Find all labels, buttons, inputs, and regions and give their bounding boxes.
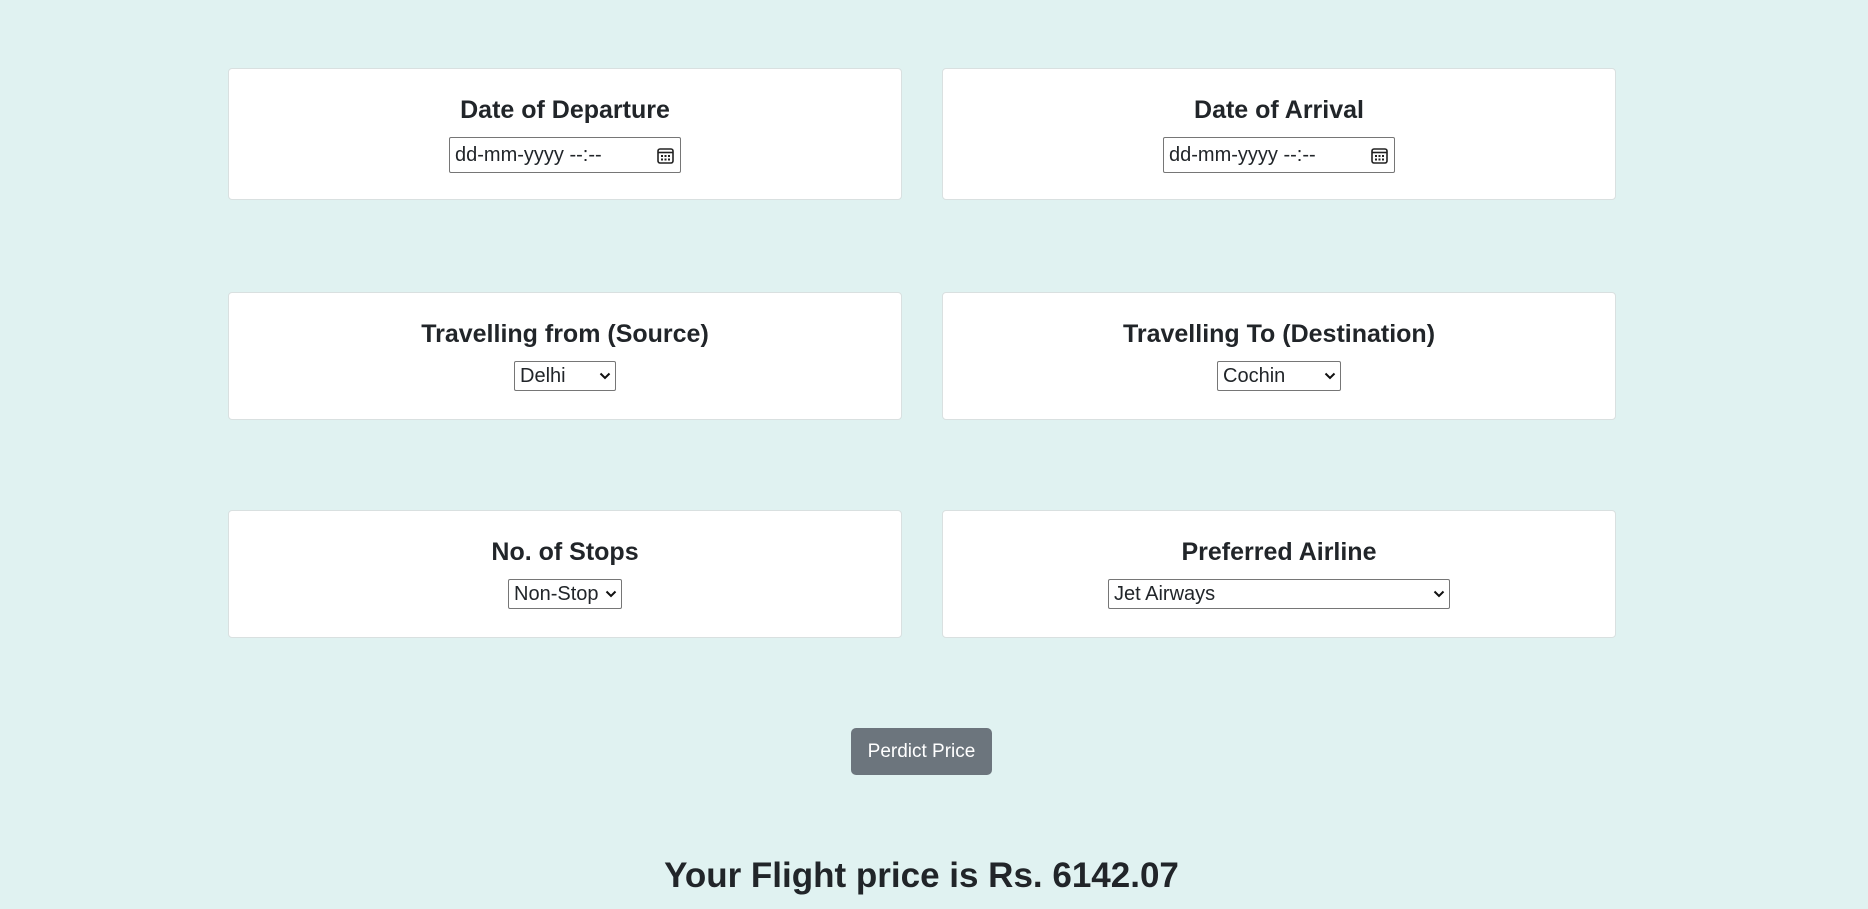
airline-card: Preferred Airline Jet Airways	[942, 510, 1616, 638]
airline-select[interactable]: Jet Airways	[1108, 579, 1450, 609]
source-label: Travelling from (Source)	[421, 320, 709, 348]
calendar-icon[interactable]	[1371, 147, 1388, 164]
chevron-down-icon	[1433, 590, 1445, 598]
chevron-down-icon	[1324, 372, 1336, 380]
arrival-date-placeholder: dd-mm-yyyy --:--	[1169, 143, 1316, 166]
airline-selected-value: Jet Airways	[1114, 582, 1216, 605]
arrival-label: Date of Arrival	[1194, 96, 1364, 124]
departure-card: Date of Departure dd-mm-yyyy --:--	[228, 68, 902, 200]
destination-selected-value: Cochin	[1223, 364, 1286, 387]
arrival-date-input[interactable]: dd-mm-yyyy --:--	[1163, 137, 1395, 173]
airline-label: Preferred Airline	[1181, 538, 1377, 566]
route-row: Travelling from (Source) Delhi Travellin…	[228, 292, 1616, 420]
flight-price-result: Your Flight price is Rs. 6142.07	[664, 856, 1179, 895]
predict-price-button[interactable]: Perdict Price	[851, 728, 992, 775]
date-row: Date of Departure dd-mm-yyyy --:-- Date …	[228, 68, 1616, 200]
chevron-down-icon	[605, 590, 617, 598]
calendar-icon[interactable]	[657, 147, 674, 164]
destination-select[interactable]: Cochin	[1217, 361, 1341, 391]
chevron-down-icon	[599, 372, 611, 380]
departure-label: Date of Departure	[460, 96, 670, 124]
departure-date-input[interactable]: dd-mm-yyyy --:--	[449, 137, 681, 173]
flight-price-page: Date of Departure dd-mm-yyyy --:-- Date …	[0, 0, 1868, 909]
destination-label: Travelling To (Destination)	[1122, 320, 1436, 348]
source-selected-value: Delhi	[520, 364, 566, 387]
departure-date-placeholder: dd-mm-yyyy --:--	[455, 143, 602, 166]
destination-card: Travelling To (Destination) Cochin	[942, 292, 1616, 420]
source-select[interactable]: Delhi	[514, 361, 616, 391]
source-card: Travelling from (Source) Delhi	[228, 292, 902, 420]
stops-selected-value: Non-Stop	[514, 582, 599, 605]
stops-card: No. of Stops Non-Stop	[228, 510, 902, 638]
options-row: No. of Stops Non-Stop Preferred Airline …	[228, 510, 1616, 638]
stops-label: No. of Stops	[491, 538, 639, 566]
stops-select[interactable]: Non-Stop	[508, 579, 622, 609]
arrival-card: Date of Arrival dd-mm-yyyy --:--	[942, 68, 1616, 200]
